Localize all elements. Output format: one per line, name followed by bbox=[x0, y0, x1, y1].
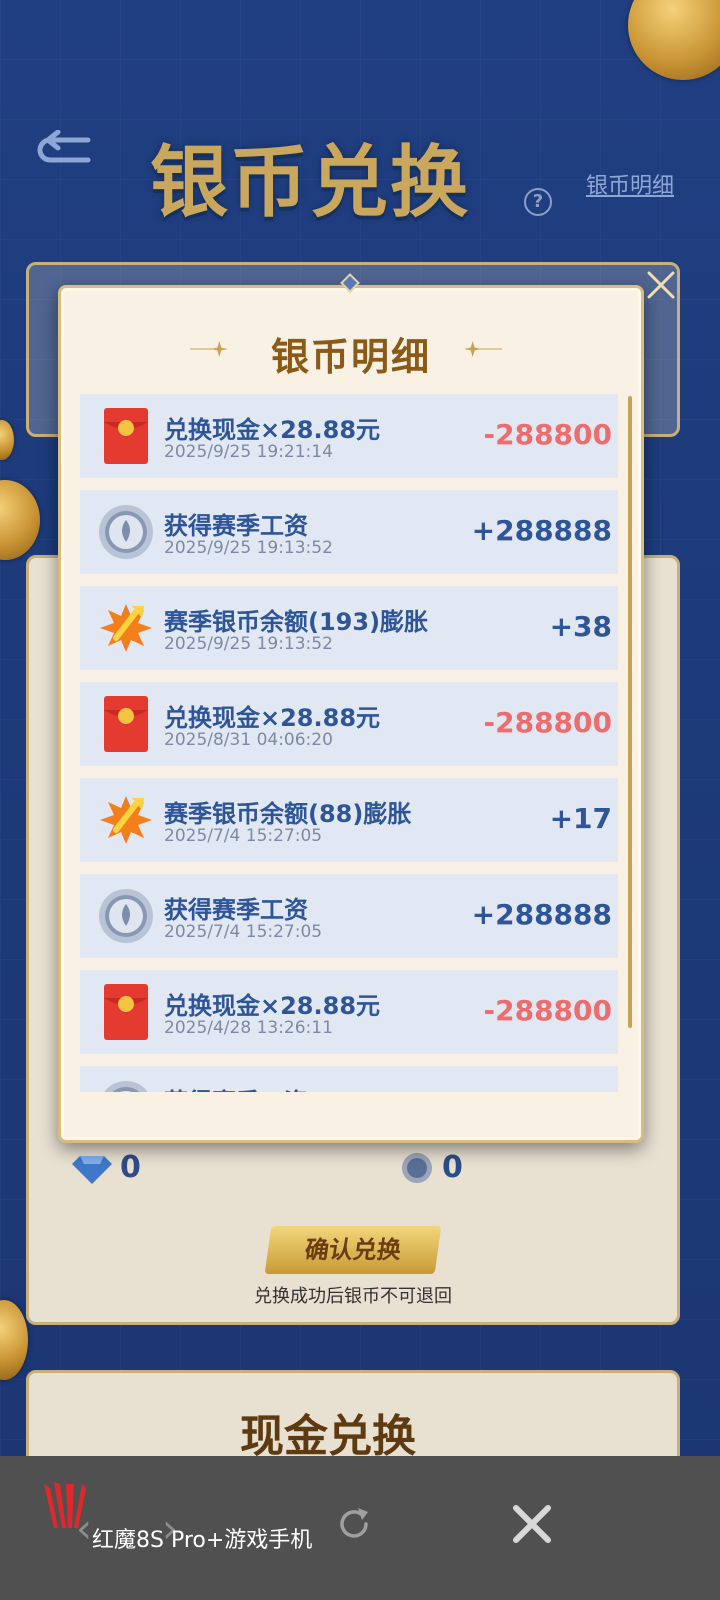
inflation-icon bbox=[100, 796, 152, 844]
silver-coin-icon bbox=[99, 505, 153, 559]
cash-exchange-heading: 现金兑换 bbox=[240, 1411, 416, 1462]
item-title: 获得赛季工资 bbox=[164, 896, 308, 924]
item-amount: -288800 bbox=[483, 418, 612, 451]
item-title: 赛季银币余额(88)膨胀 bbox=[164, 800, 412, 828]
item-amount: +288888 bbox=[471, 898, 612, 931]
item-amount: +288888 bbox=[471, 514, 612, 547]
list-item: 兑换现金×28.88元 2025/9/25 19:21:14 -288800 bbox=[80, 394, 618, 478]
item-title: 获得赛季工资 bbox=[164, 512, 308, 540]
gem-balance: 0 bbox=[72, 1150, 141, 1185]
sparkle-icon bbox=[464, 341, 502, 357]
item-title: 兑换现金×28.88元 bbox=[164, 704, 381, 732]
page-title: 银币兑换 bbox=[150, 138, 471, 228]
coin-detail-list[interactable]: 兑换现金×28.88元 2025/9/25 19:21:14 -288800 获… bbox=[80, 394, 620, 1092]
item-time: 2025/7/4 15:27:05 bbox=[164, 922, 323, 942]
item-time: 2025/9/25 19:13:52 bbox=[164, 538, 333, 558]
nav-back-button[interactable]: ‹ bbox=[76, 1506, 92, 1552]
silver-coin-icon bbox=[99, 889, 153, 943]
close-icon[interactable] bbox=[512, 1504, 552, 1544]
help-icon[interactable]: ? bbox=[524, 188, 552, 216]
list-item: 赛季银币余额(193)膨胀 2025/9/25 19:13:52 +38 bbox=[80, 586, 618, 670]
item-amount: +17 bbox=[549, 802, 612, 835]
gem-count: 0 bbox=[120, 1150, 141, 1185]
item-time: 2025/4/28 13:26:11 bbox=[164, 1018, 333, 1038]
item-title: 兑换现金×28.88元 bbox=[164, 992, 381, 1020]
coin-count: 0 bbox=[442, 1150, 463, 1185]
modal-title-wrap: 银币明细 bbox=[58, 326, 644, 381]
inflation-icon bbox=[100, 604, 152, 652]
brand-text: 红魔8S Pro+游戏手机 bbox=[92, 1528, 313, 1553]
silver-coin-icon bbox=[402, 1152, 432, 1183]
item-amount: -288800 bbox=[483, 706, 612, 739]
item-time: 2025/9/25 19:21:14 bbox=[164, 442, 333, 462]
modal-title: 银币明细 bbox=[270, 335, 431, 379]
item-title: 赛季银币余额(193)膨胀 bbox=[164, 608, 429, 636]
list-item: 获得赛季工资 2025/7/4 15:27:05 +288888 bbox=[80, 874, 618, 958]
item-amount: +38 bbox=[549, 610, 612, 643]
coin-balance: 0 bbox=[400, 1150, 463, 1185]
list-item: 获得赛季工资 2025/9/25 19:13:52 +288888 bbox=[80, 490, 618, 574]
confirm-exchange-button[interactable]: 确认兑换 bbox=[264, 1226, 442, 1274]
silver-coin-icon bbox=[104, 1081, 148, 1092]
item-title: 获得赛季工资 bbox=[164, 1082, 308, 1092]
refresh-icon[interactable] bbox=[334, 1504, 374, 1544]
confirm-note: 兑换成功后银币不可退回 bbox=[254, 1286, 452, 1307]
red-envelope-icon bbox=[104, 984, 148, 1040]
back-arrow-icon[interactable] bbox=[28, 130, 98, 170]
close-icon[interactable] bbox=[644, 268, 678, 302]
item-title: 兑换现金×28.88元 bbox=[164, 416, 381, 444]
gem-icon bbox=[72, 1155, 112, 1184]
item-time: 2025/9/25 19:13:52 bbox=[164, 634, 333, 654]
silver-coin-detail-link[interactable]: 银币明细 bbox=[586, 168, 674, 200]
item-amount: -288800 bbox=[483, 994, 612, 1027]
item-time: 2025/7/4 15:27:05 bbox=[164, 826, 323, 846]
item-time: 2025/8/31 04:06:20 bbox=[164, 730, 333, 750]
list-item: 赛季银币余额(88)膨胀 2025/7/4 15:27:05 +17 bbox=[80, 778, 618, 862]
list-item: 兑换现金×28.88元 2025/4/28 13:26:11 -288800 bbox=[80, 970, 618, 1054]
list-item: 兑换现金×28.88元 2025/8/31 04:06:20 -288800 bbox=[80, 682, 618, 766]
list-item: 获得赛季工资 bbox=[80, 1066, 618, 1092]
red-envelope-icon bbox=[104, 408, 148, 464]
red-envelope-icon bbox=[104, 696, 148, 752]
scrollbar[interactable] bbox=[628, 396, 632, 1028]
